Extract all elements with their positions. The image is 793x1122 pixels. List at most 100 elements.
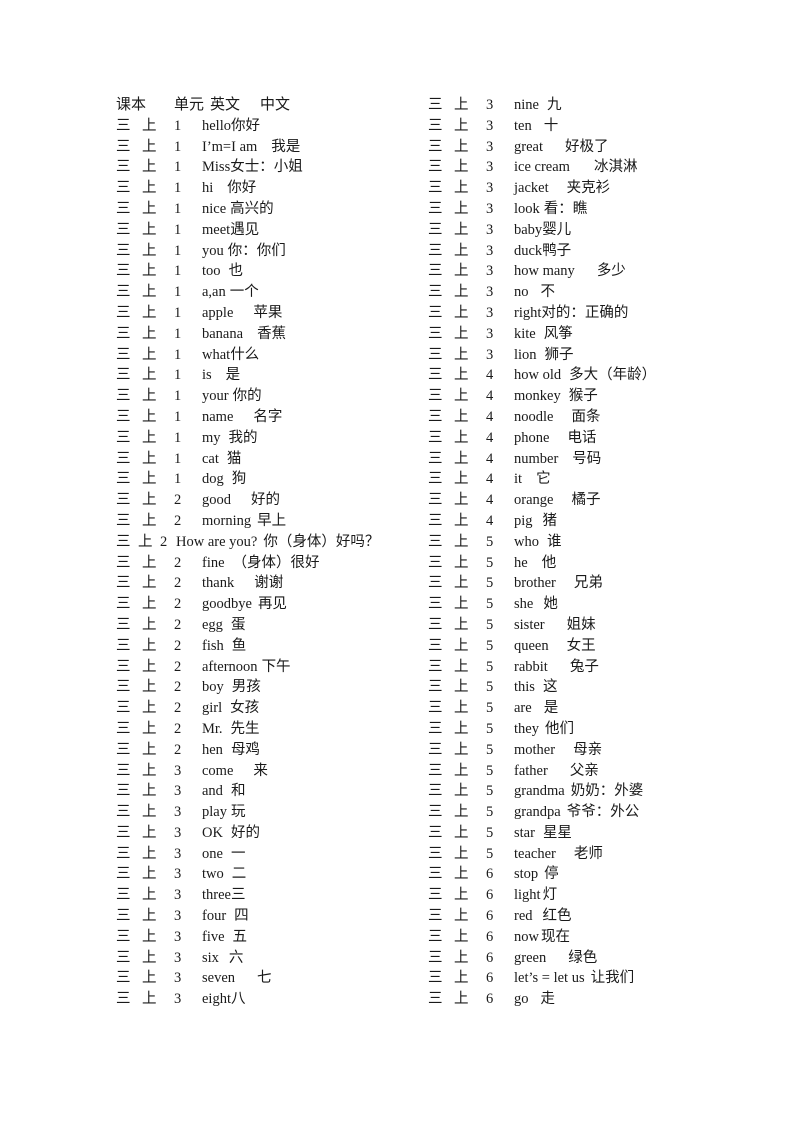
book-grade: 三 xyxy=(428,928,443,945)
vocabulary-row: 三上 1 my 我的 xyxy=(116,428,416,449)
book-grade: 三 xyxy=(116,575,131,592)
book-term: 上 xyxy=(454,970,469,987)
book-term: 上 xyxy=(454,908,469,925)
word-chinese: 女士：小姐 xyxy=(230,159,303,176)
book-term: 上 xyxy=(142,575,157,592)
word-chinese: 蛋 xyxy=(230,616,246,633)
cell-word: dog 狗 xyxy=(202,469,246,490)
vocabulary-row: 三上 1 I’m=I am 我是 xyxy=(116,137,416,158)
vocabulary-row: 三上 3 ice cream 冰淇淋 xyxy=(428,157,758,178)
word-chinese: 兔子 xyxy=(569,658,599,675)
word-english: too xyxy=(202,263,221,280)
book-grade: 三 xyxy=(428,824,443,841)
word-english: baby xyxy=(514,221,543,238)
book-term: 上 xyxy=(454,221,469,238)
cell-word: stop 停 xyxy=(514,864,559,885)
cell-unit: 1 xyxy=(174,388,182,405)
book-term: 上 xyxy=(454,658,469,675)
word-chinese: 什么 xyxy=(230,346,260,363)
word-chinese: 三 xyxy=(230,887,246,904)
word-english: right xyxy=(514,304,542,321)
vocabulary-row: 三上 4 phone 电话 xyxy=(428,428,758,449)
word-english: good xyxy=(202,492,231,509)
vocabulary-list-page: 课本 单元 英文 中文 三上 1 hello你好三上 1 I’m=I am 我是三上 1 Miss女… xyxy=(0,0,793,1122)
cell-unit: 1 xyxy=(174,221,182,238)
word-english: duck xyxy=(514,242,543,259)
book-term: 上 xyxy=(142,117,157,134)
word-english: hi xyxy=(202,180,214,197)
book-grade: 三 xyxy=(428,554,443,571)
cell-book: 三上 xyxy=(116,324,174,345)
cell-unit: 5 xyxy=(486,824,494,841)
word-chinese: 下午 xyxy=(261,658,291,675)
book-grade: 三 xyxy=(428,949,443,966)
cell-book: 三上 xyxy=(116,823,174,844)
cell-word: phone 电话 xyxy=(514,428,596,449)
word-chinese: 爷爷：外公 xyxy=(566,804,640,821)
word-chinese: 你（身体）好吗？ xyxy=(263,533,380,550)
cell-book: 三上 xyxy=(116,636,174,657)
word-english: come xyxy=(202,762,234,779)
cell-word: eight八 xyxy=(202,989,246,1010)
cell-word: queen 女王 xyxy=(514,636,596,657)
cell-book: 三上 xyxy=(116,282,174,303)
cell-unit: 5 xyxy=(486,658,494,675)
word-english: she xyxy=(514,596,534,613)
cell-word: sister 姐妹 xyxy=(514,615,596,636)
book-grade: 三 xyxy=(428,325,443,342)
book-grade: 三 xyxy=(116,263,131,280)
book-term: 上 xyxy=(142,616,157,633)
book-term: 上 xyxy=(454,117,469,134)
word-chinese: 十 xyxy=(543,117,559,134)
word-chinese: （身体）很好 xyxy=(232,554,320,571)
cell-word: great 好极了 xyxy=(514,137,608,158)
book-term: 上 xyxy=(138,533,153,550)
book-grade: 三 xyxy=(428,471,443,488)
book-term: 上 xyxy=(142,242,157,259)
cell-book: 三上 xyxy=(428,220,486,241)
book-grade: 三 xyxy=(428,908,443,925)
cell-book: 三上 xyxy=(116,511,174,532)
cell-unit: 1 xyxy=(174,325,182,342)
cell-unit: 2 xyxy=(174,596,182,613)
word-english: let’s = let us xyxy=(514,970,585,987)
vocabulary-row: 三上 2 morning 早上 xyxy=(116,511,416,532)
cell-unit: 1 xyxy=(174,408,182,425)
book-grade: 三 xyxy=(116,492,131,509)
cell-word: is 是 xyxy=(202,365,240,386)
vocabulary-row: 三上 1 what什么 xyxy=(116,345,416,366)
cell-book: 三上 xyxy=(116,927,174,948)
word-english: now xyxy=(514,928,539,945)
word-chinese: 你好 xyxy=(231,117,260,134)
word-english: boy xyxy=(202,679,224,696)
vocabulary-row: 三上 3 and 和 xyxy=(116,781,416,802)
cell-word: nice 高兴的 xyxy=(202,199,274,220)
cell-unit: 5 xyxy=(486,575,494,592)
book-term: 上 xyxy=(142,554,157,571)
vocabulary-row: 三上 1 nice 高兴的 xyxy=(116,199,416,220)
vocabulary-row: 三上 1 your 你的 xyxy=(116,386,416,407)
book-grade: 三 xyxy=(116,596,131,613)
vocabulary-row: 三上 2 good 好的 xyxy=(116,490,416,511)
book-grade: 三 xyxy=(428,117,443,134)
word-chinese: 四 xyxy=(234,908,249,925)
word-chinese: 五 xyxy=(232,928,248,945)
book-term: 上 xyxy=(142,408,157,425)
word-chinese: 六 xyxy=(228,949,244,966)
cell-unit: 5 xyxy=(486,804,494,821)
cell-word: a,an 一个 xyxy=(202,282,259,303)
cell-book: 三上 xyxy=(116,719,174,740)
word-chinese: 谁 xyxy=(546,533,562,550)
cell-book: 三上 xyxy=(116,761,174,782)
book-grade: 三 xyxy=(116,928,131,945)
word-chinese: 猪 xyxy=(542,512,558,529)
cell-book: 三上 xyxy=(116,407,174,428)
book-term: 上 xyxy=(454,637,469,654)
book-grade: 三 xyxy=(116,845,131,862)
vocabulary-row: 三上 2 goodbye 再见 xyxy=(116,594,416,615)
word-english: a,an xyxy=(202,284,226,301)
word-chinese: 母鸡 xyxy=(230,741,260,758)
word-chinese: 也 xyxy=(228,263,244,280)
book-grade: 三 xyxy=(428,970,443,987)
word-english: phone xyxy=(514,429,550,446)
